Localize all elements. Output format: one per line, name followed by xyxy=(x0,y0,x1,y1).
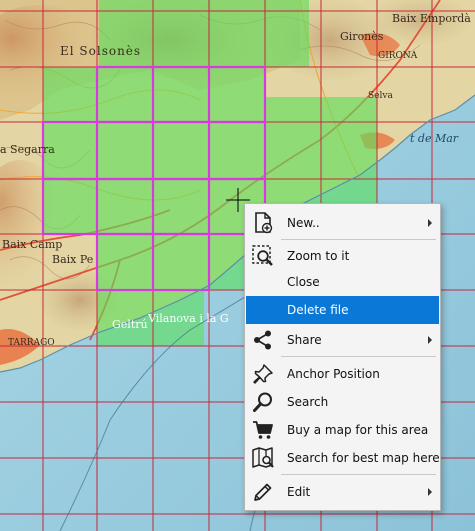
zoom-to-selection-icon xyxy=(249,242,277,270)
menu-item-buy-label: Buy a map for this area xyxy=(287,423,429,437)
menu-item-zoom-to-it[interactable]: Zoom to it xyxy=(246,242,439,270)
menu-item-anchor-position[interactable]: Anchor Position xyxy=(246,360,439,388)
map-label-girones: Gironès xyxy=(340,30,384,43)
menu-item-edit-label: Edit xyxy=(287,485,311,499)
menu-item-anchor-label: Anchor Position xyxy=(287,367,380,381)
map-label-baix-emporda: Baix Empordà xyxy=(392,12,471,25)
map-search-icon xyxy=(249,444,277,472)
menu-item-close-label: Close xyxy=(287,275,320,289)
submenu-arrow-icon xyxy=(428,336,432,344)
menu-item-share-label: Share xyxy=(287,333,322,347)
menu-separator xyxy=(281,239,436,240)
menu-item-new-label: New.. xyxy=(287,216,320,230)
menu-separator xyxy=(281,356,436,357)
pencil-icon xyxy=(249,478,277,506)
menu-item-close[interactable]: Close xyxy=(246,268,439,296)
map-label-geltru: Geltrú xyxy=(112,318,148,331)
menu-item-delete-file[interactable]: Delete file xyxy=(246,296,439,324)
new-file-icon xyxy=(249,209,277,237)
menu-item-buy-map[interactable]: Buy a map for this area xyxy=(246,416,439,444)
menu-item-search-best-map[interactable]: Search for best map here xyxy=(246,444,440,472)
search-icon xyxy=(249,388,277,416)
map-label-baix-penedes: Baix Pe xyxy=(52,253,94,266)
menu-item-delete-label: Delete file xyxy=(287,303,349,317)
map-label-segarra: a Segarra xyxy=(0,143,55,156)
menu-item-search-label: Search xyxy=(287,395,329,409)
submenu-arrow-icon xyxy=(428,488,432,496)
map-label-tarragona: TARRAGO xyxy=(8,338,55,348)
map-label-vilanova: Vilanova i la G xyxy=(148,312,229,325)
menu-separator xyxy=(281,474,436,475)
menu-item-zoom-label: Zoom to it xyxy=(287,249,350,263)
menu-item-edit[interactable]: Edit xyxy=(246,478,439,506)
menu-item-share[interactable]: Share xyxy=(246,326,439,354)
menu-item-best-map-label: Search for best map here xyxy=(287,451,440,465)
map-label-t-de-mar: t de Mar xyxy=(410,132,459,145)
context-menu: New.. Zoom to it Close Delete file Share… xyxy=(244,203,441,511)
map-label-el-solsones: El Solsonès xyxy=(60,44,142,58)
submenu-arrow-icon xyxy=(428,219,432,227)
map-label-selva: Selva xyxy=(368,91,393,101)
pin-icon xyxy=(249,360,277,388)
menu-item-search[interactable]: Search xyxy=(246,388,439,416)
menu-item-new[interactable]: New.. xyxy=(246,209,439,237)
cart-icon xyxy=(249,416,277,444)
share-icon xyxy=(249,326,277,354)
map-label-baix-camp: Baix Camp xyxy=(2,238,63,251)
map-label-girona: GIRONA xyxy=(378,51,418,61)
